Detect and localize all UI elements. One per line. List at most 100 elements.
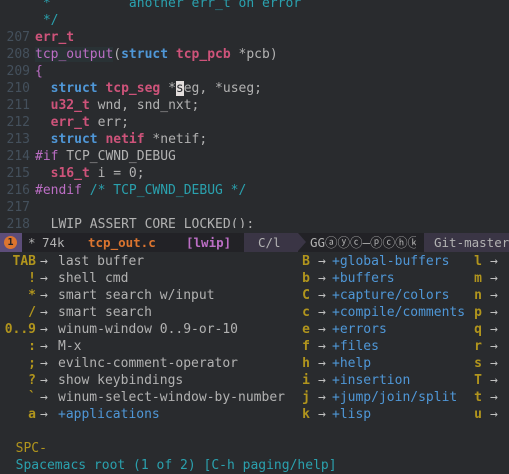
which-key-key[interactable]: 0..9 xyxy=(5,322,36,337)
which-key-command[interactable]: +errors xyxy=(332,322,387,337)
which-key-command[interactable]: smart search w/input xyxy=(58,288,215,303)
modified-indicator: * xyxy=(28,235,36,250)
line-number: 211 xyxy=(6,98,30,113)
code-token: u32_t xyxy=(50,98,90,113)
which-key-key[interactable]: T xyxy=(474,373,482,388)
code-line[interactable]: 216 #endif /* TCP_CWND_DEBUG */ xyxy=(0,182,509,199)
which-key-command[interactable]: +files xyxy=(332,339,379,354)
mode-line-separator xyxy=(236,233,244,251)
which-key-command[interactable]: +applications xyxy=(58,407,160,422)
which-key-command[interactable]: winum-window 0..9-or-10 xyxy=(58,322,238,337)
which-key-key[interactable]: f xyxy=(302,339,310,354)
code-text: * another err_t on error xyxy=(35,0,301,12)
which-key-key[interactable]: u xyxy=(474,407,482,422)
buffer-filename[interactable]: tcp_out.c xyxy=(88,233,156,252)
which-key-command[interactable]: last buffer xyxy=(58,254,144,269)
which-key-command[interactable]: shell cmd xyxy=(58,271,128,286)
which-key-command[interactable]: M-x xyxy=(58,339,81,354)
which-key-command[interactable]: +help xyxy=(332,356,371,371)
which-key-command[interactable]: +insertion xyxy=(332,373,410,388)
which-key-command[interactable]: +buffers xyxy=(332,271,395,286)
which-key-key[interactable]: C xyxy=(302,288,310,303)
code-line[interactable]: 214 #if TCP_CWND_DEBUG xyxy=(0,148,509,165)
which-key-key[interactable]: h xyxy=(302,356,310,371)
which-key-key[interactable]: ! xyxy=(28,271,36,286)
line-number: 216 xyxy=(6,183,30,198)
code-line[interactable]: * another err_t on error xyxy=(0,0,509,12)
which-key-key[interactable]: k xyxy=(302,407,310,422)
mode-line-separator xyxy=(298,233,306,251)
code-line[interactable]: 217 xyxy=(0,199,509,216)
code-text: { xyxy=(35,63,43,80)
window-number-badge[interactable]: 1 xyxy=(0,233,22,252)
which-key-key[interactable]: / xyxy=(28,305,36,320)
minor-modes[interactable]: GGⓐⓨⓒ—ⓟⓒⓗⓚ xyxy=(310,233,420,252)
which-key-key[interactable]: c xyxy=(302,305,310,320)
which-key-command[interactable]: +capture/colors xyxy=(332,288,449,303)
editor-buffer[interactable]: * another err_t on error */ 207 err_t 208 tc… xyxy=(0,0,509,228)
buffer-size: 74k xyxy=(42,235,65,250)
code-line[interactable]: */ xyxy=(0,12,509,29)
which-key-key[interactable]: l xyxy=(474,254,482,269)
code-token: err_t xyxy=(50,115,90,130)
code-line[interactable]: 212 err_t err; xyxy=(0,114,509,131)
project-name[interactable]: [lwip] xyxy=(186,233,231,252)
which-key-key[interactable]: i xyxy=(302,373,310,388)
code-line[interactable]: 211 u32_t wnd, snd_nxt; xyxy=(0,97,509,114)
major-mode[interactable]: C/l xyxy=(258,233,281,252)
which-key-key[interactable]: s xyxy=(474,356,482,371)
code-token: struct xyxy=(50,81,98,96)
which-key-title: Spacemacs root (1 of 2) [C-h paging/help… xyxy=(15,458,337,473)
code-line[interactable]: 210 struct tcp_seg *seg, *useg; xyxy=(0,80,509,97)
which-key-command[interactable]: winum-select-window-by-number xyxy=(58,390,285,405)
code-line[interactable]: 218 LWIP_ASSERT_CORE_LOCKED(); xyxy=(0,216,509,228)
which-key-key[interactable]: * xyxy=(28,288,36,303)
arrow-icon: → xyxy=(318,305,326,320)
arrow-icon: → xyxy=(318,288,326,303)
which-key-key[interactable]: : xyxy=(28,339,36,354)
code-text: u32_t wnd, snd_nxt; xyxy=(35,97,200,114)
code-token: *pcb) xyxy=(230,47,278,62)
code-text: LWIP_ASSERT_CORE_LOCKED(); xyxy=(35,216,255,228)
which-key-key[interactable]: TAB xyxy=(13,254,36,269)
line-number: 214 xyxy=(6,149,30,164)
which-key-key[interactable]: m xyxy=(474,271,482,286)
code-token: { xyxy=(35,64,43,79)
which-key-popup: TAB → last buffer! → shell cmd * → smart search… xyxy=(0,252,509,422)
which-key-key[interactable]: p xyxy=(474,305,482,320)
code-text: s16_t i = 0; xyxy=(35,165,145,182)
which-key-key[interactable]: ? xyxy=(28,373,36,388)
code-line[interactable]: 207 err_t xyxy=(0,29,509,46)
which-key-command[interactable]: +global-buffers xyxy=(332,254,449,269)
which-key-command[interactable]: +lisp xyxy=(332,407,371,422)
code-line[interactable]: 213 struct netif *netif; xyxy=(0,131,509,148)
which-key-key[interactable]: t xyxy=(474,390,482,405)
which-key-key[interactable]: b xyxy=(302,271,310,286)
code-token: */ xyxy=(35,13,59,28)
vcs-branch[interactable]: Git-master xyxy=(434,233,509,252)
arrow-icon: → xyxy=(318,356,326,371)
which-key-key[interactable]: q xyxy=(474,322,482,337)
which-key-key[interactable]: ` xyxy=(28,390,36,405)
code-line[interactable]: 209 { xyxy=(0,63,509,80)
code-line[interactable]: 215 s16_t i = 0; xyxy=(0,165,509,182)
which-key-key[interactable]: j xyxy=(302,390,310,405)
arrow-icon: → xyxy=(40,288,48,303)
which-key-key[interactable]: e xyxy=(302,322,310,337)
code-token: #if xyxy=(35,149,59,164)
which-key-key[interactable]: B xyxy=(302,254,310,269)
which-key-command[interactable]: show keybindings xyxy=(58,373,183,388)
which-key-key[interactable]: n xyxy=(474,288,482,303)
which-key-key[interactable]: a xyxy=(28,407,36,422)
arrow-icon: → xyxy=(490,407,498,422)
which-key-command[interactable]: +compile/comments xyxy=(332,305,465,320)
mode-line: 1 * 74k tcp_out.c [lwip] C/l GGⓐⓨⓒ—ⓟⓒⓗⓚ … xyxy=(0,233,509,252)
which-key-key[interactable]: r xyxy=(474,339,482,354)
which-key-command[interactable]: evilnc-comment-operator xyxy=(58,356,238,371)
which-key-key[interactable]: ; xyxy=(28,356,36,371)
which-key-command[interactable]: +jump/join/split xyxy=(332,390,457,405)
which-key-command[interactable]: smart search xyxy=(58,305,152,320)
code-token: LWIP_ASSERT_CORE_LOCKED(); xyxy=(35,217,255,228)
code-line[interactable]: 208 tcp_output(struct tcp_pcb *pcb) xyxy=(0,46,509,63)
